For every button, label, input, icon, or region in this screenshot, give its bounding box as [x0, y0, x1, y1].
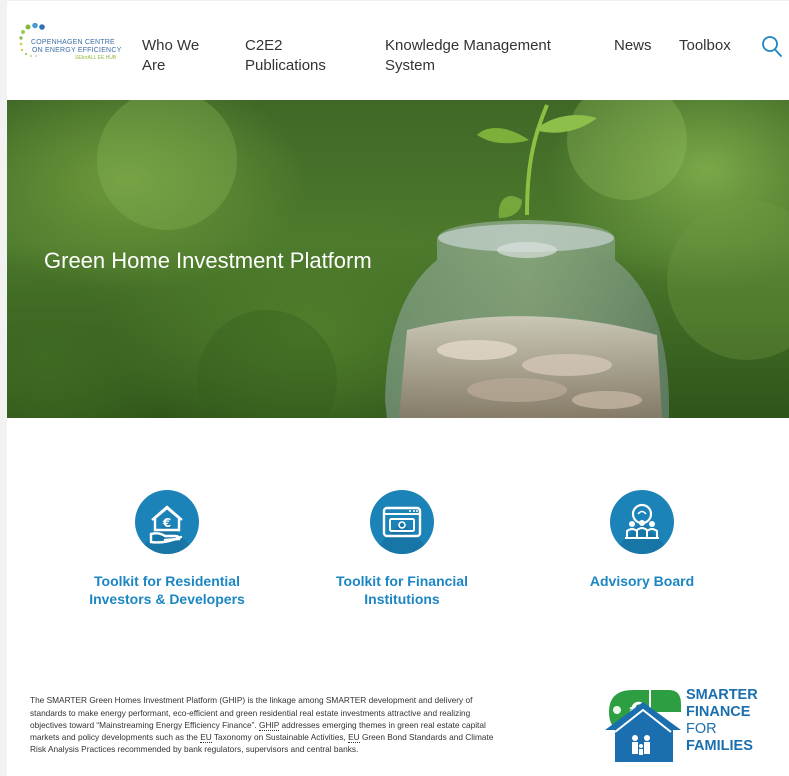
abbr-eu-2: EU — [348, 731, 360, 743]
toolkit-financial-label-line1: Toolkit for Financial — [336, 573, 468, 589]
abbr-eu-1: EU — [200, 731, 212, 743]
advisory-board-link[interactable]: Advisory Board — [562, 490, 722, 590]
advisory-group-icon — [610, 490, 674, 554]
nav-who-we-are-line2: Are — [142, 57, 166, 74]
toolkit-financial-label-line2: Institutions — [364, 591, 440, 607]
toolkit-residential-label: Toolkit for Residential Investors & Deve… — [67, 572, 267, 608]
nav-toolbox[interactable]: Toolbox — [679, 36, 731, 56]
desc-part3: Taxonomy on Sustainable Activities, — [213, 731, 346, 742]
site-logo[interactable]: COPENHAGEN CENTRE ON ENERGY EFFICIENCY S… — [19, 23, 139, 75]
nav-kms-line2: System — [385, 57, 436, 74]
left-page-edge — [0, 0, 7, 776]
nav-publications-line2: Publications — [245, 57, 326, 74]
nav-knowledge-management-system[interactable]: Knowledge Management System — [385, 36, 551, 76]
sff-line-3: FOR — [686, 721, 717, 737]
smarter-finance-families-logo[interactable]: € SMARTER FINANCE FOR FAMILIES — [603, 684, 783, 764]
sff-line-2: FINANCE — [686, 704, 751, 720]
logo-line-1: COPENHAGEN CENTRE — [31, 39, 115, 46]
site-header: COPENHAGEN CENTRE ON ENERGY EFFICIENCY S… — [7, 0, 789, 101]
toolkit-section: € Toolkit for Residential Investors & De… — [7, 490, 789, 620]
nav-news[interactable]: News — [614, 36, 652, 56]
nav-who-we-are[interactable]: Who We Are — [142, 36, 199, 76]
hero-title: Green Home Investment Platform — [44, 247, 372, 273]
platform-description: The SMARTER Green Homes Investment Platf… — [30, 694, 508, 755]
advisory-board-label: Advisory Board — [589, 573, 695, 589]
banknote-window-icon — [370, 490, 434, 554]
nav-kms-line1: Knowledge Management — [385, 37, 551, 54]
hero-banner: Green Home Investment Platform — [7, 100, 789, 418]
search-icon[interactable] — [761, 35, 783, 59]
toolkit-residential-label-line1: Toolkit for Residential — [94, 573, 240, 589]
sff-line-1: SMARTER — [686, 687, 758, 703]
logo-line-2: ON ENERGY EFFICIENCY — [32, 47, 122, 54]
toolkit-financial-institutions-link[interactable]: Toolkit for Financial Institutions — [307, 490, 497, 608]
logo-line-3: SEforALL EE HUB — [75, 55, 117, 61]
svg-text:€: € — [162, 516, 171, 530]
nav-who-we-are-line1: Who We — [142, 37, 200, 54]
toolkit-residential-label-line2: Investors & Developers — [89, 591, 245, 607]
nav-c2e2-publications[interactable]: C2E2 Publications — [245, 36, 326, 76]
toolkit-financial-label: Toolkit for Financial Institutions — [307, 572, 497, 608]
nav-publications-line1: C2E2 — [245, 37, 283, 54]
sff-line-4: FAMILIES — [686, 738, 753, 754]
house-euro-hand-icon: € — [135, 490, 199, 554]
toolkit-residential-investors-link[interactable]: € Toolkit for Residential Investors & De… — [67, 490, 267, 608]
abbr-ghip: GHIP — [259, 719, 280, 731]
sff-emblem-icon: € — [605, 690, 681, 762]
